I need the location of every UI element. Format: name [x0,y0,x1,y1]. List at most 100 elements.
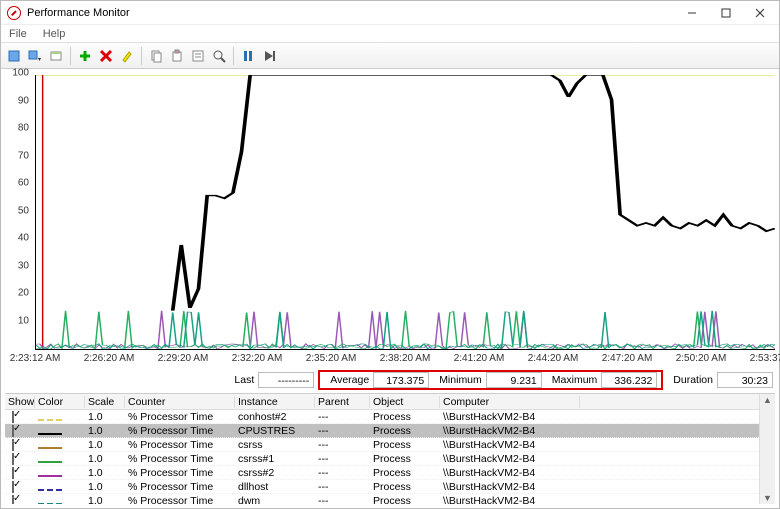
show-checkbox[interactable] [12,481,14,493]
add-counter-button[interactable] [75,46,95,66]
vertical-scrollbar[interactable]: ▲ ▼ [759,394,775,504]
maximize-button[interactable] [709,1,743,25]
cell-parent: --- [315,481,370,493]
y-axis: 100908070605040302010 [1,73,31,348]
y-tick: 100 [1,68,29,79]
col-instance[interactable]: Instance [235,396,315,408]
window: Performance Monitor File Help 1009080706… [0,0,780,509]
table-row[interactable]: 1.0% Processor Timecsrss#1---Process\\Bu… [5,452,775,466]
x-tick: 2:23:12 AM [10,353,61,364]
close-button[interactable] [743,1,777,25]
y-tick: 30 [1,260,29,271]
open-log-button[interactable] [46,46,66,66]
cell-computer: \\BurstHackVM2-B4 [440,467,580,479]
col-parent[interactable]: Parent [315,396,370,408]
stat-max-value: 336.232 [601,372,657,388]
cell-counter: % Processor Time [125,439,235,451]
cell-object: Process [370,439,440,451]
delete-counter-button[interactable] [96,46,116,66]
color-swatch [38,461,62,463]
scroll-down-icon[interactable]: ▼ [762,492,773,504]
cell-counter: % Processor Time [125,453,235,465]
cell-counter: % Processor Time [125,467,235,479]
col-scale[interactable]: Scale [85,396,125,408]
cell-computer: \\BurstHackVM2-B4 [440,439,580,451]
x-tick: 2:38:20 AM [380,353,431,364]
cell-instance: CPUSTRES [235,425,315,437]
col-counter[interactable]: Counter [125,396,235,408]
color-swatch [38,503,62,505]
cell-counter: % Processor Time [125,495,235,505]
x-tick: 2:53:37 AM [750,353,780,364]
highlight-button[interactable] [117,46,137,66]
counter-grid: Show Color Scale Counter Instance Parent… [5,393,775,504]
show-checkbox[interactable] [12,425,14,437]
cell-parent: --- [315,411,370,423]
show-checkbox[interactable] [12,439,14,451]
stat-dur-label: Duration [673,374,713,386]
zoom-button[interactable] [209,46,229,66]
color-swatch [38,433,62,435]
cell-parent: --- [315,425,370,437]
x-tick: 2:32:20 AM [232,353,283,364]
scroll-up-icon[interactable]: ▲ [762,394,773,406]
cell-scale: 1.0 [85,495,125,505]
table-row[interactable]: 1.0% Processor Timedllhost---Process\\Bu… [5,480,775,494]
cell-scale: 1.0 [85,439,125,451]
toolbar [1,43,779,69]
table-row[interactable]: 1.0% Processor TimeCPUSTRES---Process\\B… [5,424,775,438]
stats-bar: Last --------- Average 173.375 Minimum 9… [1,369,779,391]
color-swatch [38,447,62,449]
update-button[interactable] [259,46,279,66]
copy-button[interactable] [146,46,166,66]
table-row[interactable]: 1.0% Processor Timedwm---Process\\BurstH… [5,494,775,504]
stat-min-value: 9.231 [486,372,542,388]
color-swatch [38,419,62,421]
table-row[interactable]: 1.0% Processor Timecsrss#2---Process\\Bu… [5,466,775,480]
col-computer[interactable]: Computer [440,396,580,408]
cell-object: Process [370,481,440,493]
paste-button[interactable] [167,46,187,66]
x-tick: 2:41:20 AM [454,353,505,364]
toolbar-separator [233,47,234,65]
stat-last-value: --------- [258,372,314,388]
cell-parent: --- [315,467,370,479]
freeze-button[interactable] [238,46,258,66]
cell-counter: % Processor Time [125,425,235,437]
col-object[interactable]: Object [370,396,440,408]
cell-computer: \\BurstHackVM2-B4 [440,453,580,465]
cell-scale: 1.0 [85,425,125,437]
y-tick: 60 [1,178,29,189]
menu-file[interactable]: File [5,27,31,41]
grid-body: 1.0% Processor Timeconhost#2---Process\\… [5,410,775,504]
show-checkbox[interactable] [12,453,14,465]
show-checkbox[interactable] [12,467,14,479]
cell-parent: --- [315,495,370,505]
app-icon [7,6,21,20]
stat-avg-value: 173.375 [373,372,429,388]
cell-instance: dwm [235,495,315,505]
col-show[interactable]: Show [5,396,35,408]
view-report-button[interactable] [4,46,24,66]
cell-instance: dllhost [235,481,315,493]
cell-computer: \\BurstHackVM2-B4 [440,411,580,423]
y-tick: 40 [1,233,29,244]
cell-counter: % Processor Time [125,481,235,493]
plot-area[interactable] [35,75,775,350]
show-checkbox[interactable] [12,495,14,505]
y-tick: 10 [1,315,29,326]
menu-help[interactable]: Help [39,27,70,41]
view-dropdown-button[interactable] [25,46,45,66]
col-color[interactable]: Color [35,396,85,408]
grid-header: Show Color Scale Counter Instance Parent… [5,394,775,410]
properties-button[interactable] [188,46,208,66]
minimize-button[interactable] [675,1,709,25]
x-tick: 2:35:20 AM [306,353,357,364]
window-title: Performance Monitor [27,7,675,19]
table-row[interactable]: 1.0% Processor Timecsrss---Process\\Burs… [5,438,775,452]
show-checkbox[interactable] [12,411,14,423]
stat-min-label: Minimum [439,374,482,386]
x-tick: 2:26:20 AM [84,353,135,364]
table-row[interactable]: 1.0% Processor Timeconhost#2---Process\\… [5,410,775,424]
color-swatch [38,475,62,477]
